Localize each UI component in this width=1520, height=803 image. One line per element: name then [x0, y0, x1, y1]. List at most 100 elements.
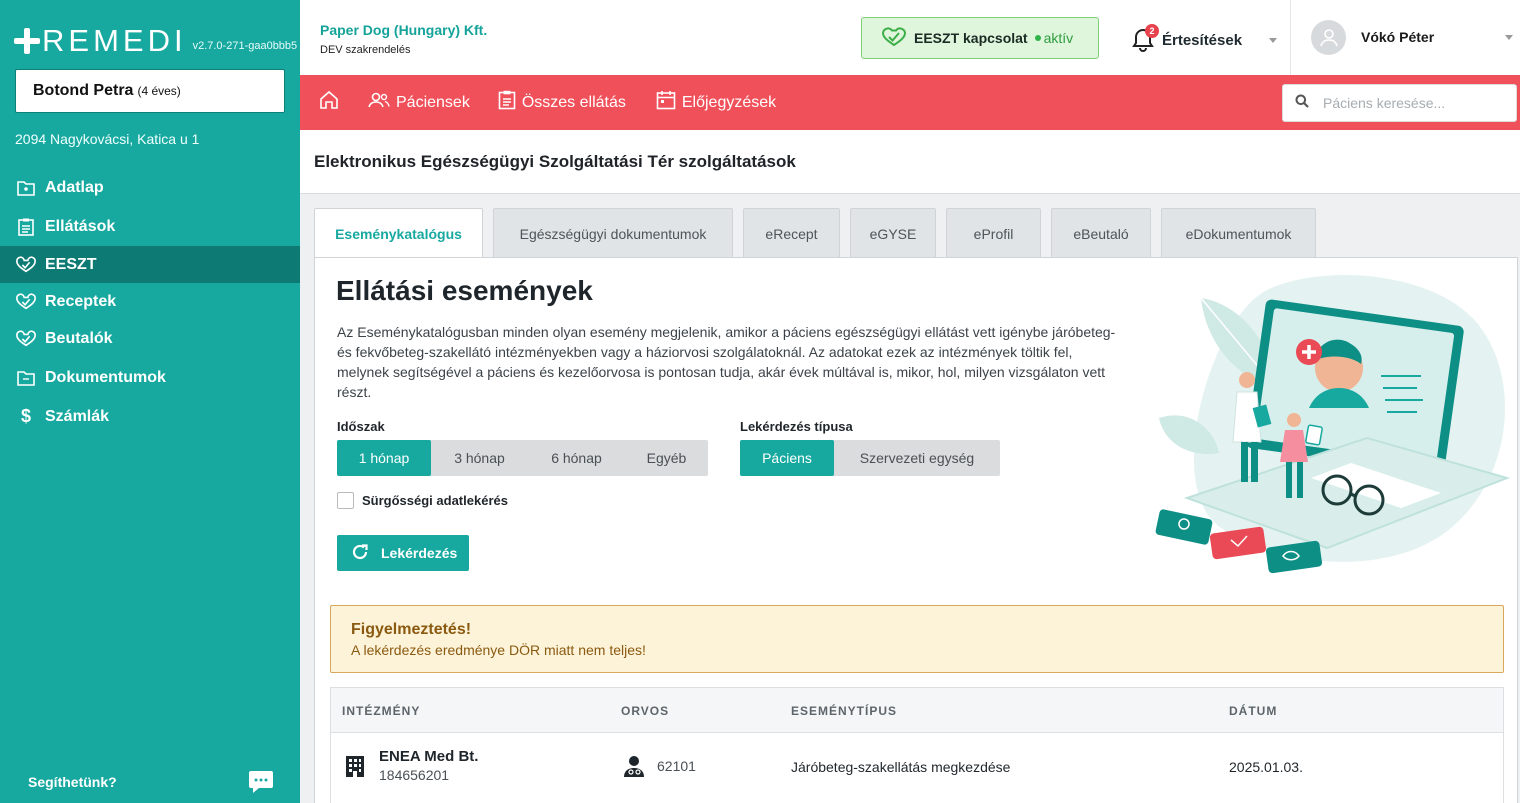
eeszt-connection-state: aktív — [1043, 30, 1074, 46]
nav-osszes-ellatas[interactable]: Összes ellátás — [498, 75, 626, 130]
bell-icon: 2 — [1132, 24, 1159, 52]
tab-egyse[interactable]: eGYSE — [850, 208, 936, 258]
user-menu[interactable]: Vókó Péter — [1311, 19, 1513, 55]
tab-esemenykatalogus[interactable]: Eseménykatalógus — [314, 208, 483, 259]
chevron-down-icon — [1505, 35, 1513, 40]
top-bar: Paper Dog (Hungary) Kft. DEV szakrendelé… — [300, 0, 1520, 75]
event-date: 2025.01.03. — [1229, 759, 1303, 775]
nav-paciensek[interactable]: Páciensek — [368, 75, 470, 130]
warning-title: Figyelmeztetés! — [351, 621, 472, 638]
tab-ebeutalo[interactable]: eBeutaló — [1051, 208, 1151, 258]
tab-egeszsegugyi-dokumentumok[interactable]: Egészségügyi dokumentumok — [493, 208, 733, 258]
status-dot-icon — [1034, 35, 1041, 41]
help-label: Segíthetünk? — [28, 773, 117, 790]
help-chat[interactable]: Segíthetünk? — [0, 760, 300, 803]
clipboard-icon — [16, 217, 36, 237]
column-header-institution[interactable]: INTÉZMÉNY — [342, 704, 420, 718]
notification-count-badge: 2 — [1145, 24, 1159, 38]
section-description: Az Eseménykatalógusban minden olyan esem… — [337, 324, 1116, 400]
institution-id: 184656201 — [379, 767, 450, 783]
patient-search[interactable] — [1282, 84, 1517, 122]
app-logo[interactable]: REMEDI v2.7.0-271-gaa0bbb5 — [14, 18, 297, 58]
patient-card[interactable]: Botond Petra (4 éves) — [15, 69, 285, 113]
calendar-icon — [656, 90, 682, 115]
sidebar-item-beutalok[interactable]: Beutalók — [0, 320, 300, 358]
query-type-org-unit[interactable]: Szervezeti egység — [834, 440, 1000, 476]
sidebar-item-szamlak[interactable]: $ Számlák — [0, 397, 300, 436]
query-type-patient[interactable]: Páciens — [740, 440, 834, 476]
nav-label: Előjegyzések — [681, 93, 777, 111]
notifications-menu[interactable]: 2 Értesítések — [1132, 24, 1278, 54]
query-type-label: Lekérdezés típusa — [740, 419, 853, 434]
table-row[interactable]: ENEA Med Bt. 184656201 62101 Járóbeteg-s… — [331, 733, 1503, 799]
divider — [1290, 0, 1291, 75]
query-button-label: Lekérdezés — [381, 545, 458, 561]
organization-unit: DEV szakrendelés — [320, 44, 411, 56]
period-option-1-month[interactable]: 1 hónap — [337, 440, 431, 476]
search-icon — [1295, 94, 1309, 113]
eeszt-icon — [16, 292, 36, 312]
period-option-other[interactable]: Egyéb — [625, 440, 708, 476]
sidebar-item-eeszt[interactable]: EESZT — [0, 246, 300, 283]
sidebar-item-adatlap[interactable]: Adatlap — [0, 168, 300, 207]
event-catalog-panel: Ellátási események Az Eseménykatalógusba… — [314, 257, 1518, 803]
sidebar-item-ellatasok[interactable]: Ellátások — [0, 207, 300, 246]
nav-label: Páciensek — [396, 93, 470, 111]
folder-user-icon — [16, 178, 36, 198]
page-title: Elektronikus Egészségügyi Szolgáltatási … — [314, 152, 796, 171]
patient-name: Botond Petra — [33, 82, 134, 99]
sidebar-item-label: Számlák — [45, 407, 110, 425]
folder-icon — [16, 368, 36, 388]
doctor-laptop-illustration — [1155, 275, 1511, 574]
clipboard-icon — [498, 90, 522, 115]
column-header-event-type[interactable]: ESEMÉNYTÍPUS — [791, 704, 897, 718]
period-option-6-months[interactable]: 6 hónap — [528, 440, 625, 476]
tab-bar: Eseménykatalógus Egészségügyi dokumentum… — [314, 208, 1326, 259]
table-header: INTÉZMÉNY ORVOS ESEMÉNYTÍPUS DÁTUM — [331, 688, 1503, 733]
sidebar: REMEDI v2.7.0-271-gaa0bbb5 Botond Petra … — [0, 0, 300, 803]
logo-plus-icon — [14, 28, 40, 54]
eeszt-icon — [16, 255, 36, 275]
section-title: Ellátási események — [336, 275, 593, 306]
sidebar-item-label: Dokumentumok — [45, 368, 166, 386]
period-selector: 1 hónap 3 hónap 6 hónap Egyéb — [337, 440, 708, 476]
tab-eprofil[interactable]: eProfil — [946, 208, 1041, 258]
nav-elojegyzesek[interactable]: Előjegyzések — [656, 75, 776, 130]
eeszt-icon — [16, 329, 36, 349]
period-option-3-months[interactable]: 3 hónap — [431, 440, 528, 476]
refresh-icon — [351, 543, 381, 564]
query-button[interactable]: Lekérdezés — [337, 535, 469, 571]
sidebar-item-receptek[interactable]: Receptek — [0, 283, 300, 320]
sidebar-item-dokumentumok[interactable]: Dokumentumok — [0, 358, 300, 397]
institution-name: ENEA Med Bt. — [379, 748, 479, 765]
sidebar-item-label: Beutalók — [45, 330, 113, 347]
sidebar-item-label: Adatlap — [45, 178, 104, 196]
main-nav: Páciensek Összes ellátás Előjegyzések — [300, 75, 1520, 130]
doctor-icon — [623, 755, 645, 780]
tab-erecept[interactable]: eRecept — [743, 208, 840, 258]
patient-age: (4 éves) — [137, 84, 181, 98]
sidebar-item-label: EESZT — [45, 255, 97, 273]
logo-text: REMEDI — [42, 23, 187, 58]
urgent-query-label: Sürgősségi adatlekérés — [362, 493, 508, 508]
eeszt-connection-status[interactable]: EESZT kapcsolat aktív — [861, 17, 1099, 59]
eeszt-connection-label: EESZT kapcsolat — [914, 30, 1028, 46]
column-header-date[interactable]: DÁTUM — [1229, 704, 1277, 718]
user-name: Vókó Péter — [1361, 29, 1435, 45]
query-type-selector: Páciens Szervezeti egység — [740, 440, 1000, 476]
search-input[interactable] — [1323, 95, 1503, 111]
sidebar-item-label: Receptek — [45, 292, 117, 310]
home-icon — [319, 90, 345, 115]
column-header-doctor[interactable]: ORVOS — [621, 704, 669, 718]
urgent-query-checkbox[interactable] — [337, 492, 354, 509]
tab-edokumentumok[interactable]: eDokumentumok — [1161, 208, 1316, 258]
events-table: INTÉZMÉNY ORVOS ESEMÉNYTÍPUS DÁTUM ENEA … — [330, 687, 1504, 803]
eeszt-icon — [881, 26, 907, 50]
organization-name[interactable]: Paper Dog (Hungary) Kft. — [320, 22, 487, 38]
urgent-query-option[interactable]: Sürgősségi adatlekérés — [337, 492, 508, 509]
nav-label: Összes ellátás — [521, 93, 626, 111]
nav-home[interactable] — [319, 75, 345, 130]
warning-alert: Figyelmeztetés! A lekérdezés eredménye D… — [330, 605, 1504, 673]
chat-icon[interactable] — [248, 770, 274, 794]
sidebar-nav: Adatlap Ellátások EESZT Receptek Beutaló… — [0, 168, 300, 436]
